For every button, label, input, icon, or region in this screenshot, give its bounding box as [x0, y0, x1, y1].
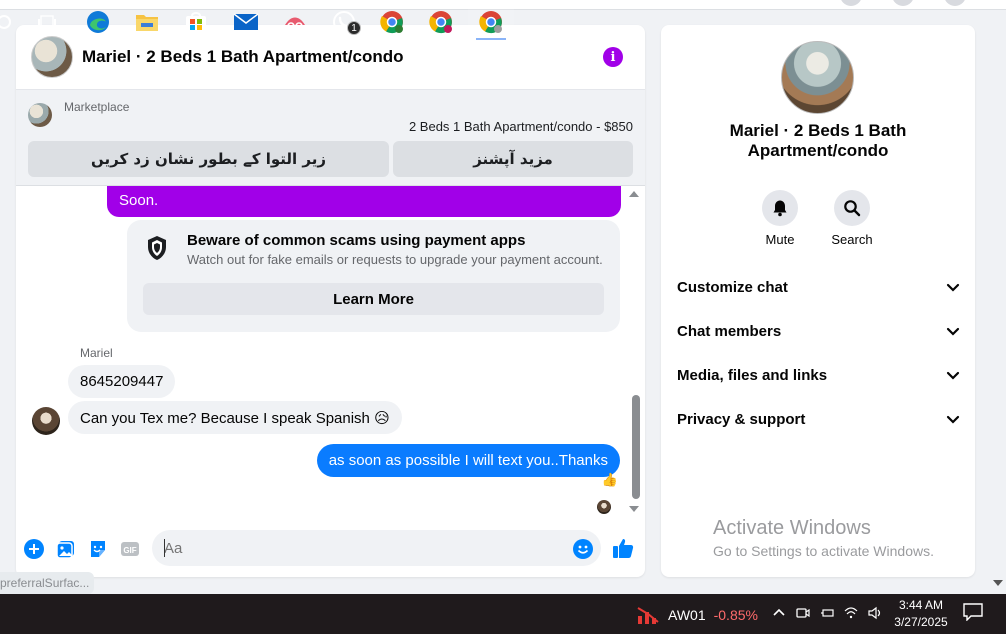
row-label: Media, files and links: [677, 366, 828, 384]
cortana-icon[interactable]: [0, 4, 24, 40]
scroll-down-arrow-icon[interactable]: [629, 506, 639, 512]
incoming-message-bubble[interactable]: Can you Tex me? Because I speak Spanish …: [68, 401, 402, 434]
activate-subtitle: Go to Settings to activate Windows.: [713, 543, 934, 559]
privacy-support-row[interactable]: Privacy & support: [677, 404, 961, 434]
activate-windows-watermark: Activate Windows Go to Settings to activ…: [713, 517, 934, 559]
scam-warning-description: Watch out for fake emails or requests to…: [187, 252, 603, 267]
chat-members-row[interactable]: Chat members: [677, 316, 961, 346]
stock-widget[interactable]: AW01 -0.85%: [636, 604, 758, 626]
taskbar-clock[interactable]: 3:44 AM 3/27/2025: [892, 597, 950, 631]
chrome-profile-icon[interactable]: [421, 4, 461, 40]
image-icon[interactable]: [56, 539, 76, 559]
clock-time: 3:44 AM: [898, 598, 944, 612]
message-text: 8645209447: [80, 373, 164, 390]
media-files-links-row[interactable]: Media, files and links: [677, 360, 961, 390]
scroll-up-arrow-icon[interactable]: [629, 191, 639, 197]
bell-icon: [773, 200, 787, 217]
scam-warning-title: Beware of common scams using payment app…: [187, 232, 526, 249]
search-icon: [844, 200, 861, 217]
chrome-icon[interactable]: [372, 4, 412, 40]
thumbs-up-reaction-icon[interactable]: 👍: [601, 471, 619, 489]
marketplace-label: Marketplace: [64, 100, 130, 114]
whatsapp-badge: 1: [347, 21, 361, 35]
chevron-up-icon[interactable]: [772, 606, 786, 620]
customize-chat-row[interactable]: Customize chat: [677, 272, 961, 302]
chat-title[interactable]: Mariel · 2 Beds 1 Bath Apartment/condo: [82, 47, 403, 67]
marketplace-banner: Marketplace 2 Beds 1 Bath Apartment/cond…: [16, 90, 645, 186]
store-icon[interactable]: [176, 4, 216, 40]
stock-change: -0.85%: [713, 607, 758, 623]
incoming-message-bubble[interactable]: 8645209447: [68, 365, 176, 398]
chevron-down-icon: [946, 371, 960, 380]
wifi-icon[interactable]: [844, 606, 858, 620]
sender-name: Mariel: [80, 346, 113, 360]
details-title: Mariel · 2 Beds 1 Bath Apartment/condo: [729, 121, 907, 160]
mute-label: Mute: [765, 232, 795, 247]
mark-pending-button[interactable]: زیر التوا کے بطور نشان زد کریں: [28, 141, 389, 177]
stock-symbol: AW01: [668, 607, 706, 623]
message-input[interactable]: [152, 530, 601, 566]
message-list: Soon. Beware of common scams using payme…: [16, 186, 645, 526]
row-label: Customize chat: [677, 278, 788, 296]
edge-icon[interactable]: [78, 4, 118, 40]
chrome-active-icon[interactable]: [468, 4, 514, 40]
row-label: Privacy & support: [677, 410, 806, 428]
text-caret: [164, 539, 165, 557]
listing-avatar[interactable]: [31, 36, 73, 78]
volume-icon[interactable]: [868, 606, 882, 620]
more-options-button[interactable]: مزید آپشنز: [393, 141, 633, 177]
message-composer: GIF: [16, 527, 645, 571]
marketplace-avatar: [28, 103, 52, 127]
mail-icon[interactable]: [226, 4, 266, 40]
mute-action[interactable]: Mute: [750, 190, 810, 247]
gif-icon[interactable]: GIF: [120, 539, 140, 559]
page-scroll-down-icon[interactable]: [993, 580, 1003, 586]
svg-text:GIF: GIF: [123, 546, 136, 555]
seen-indicator-avatar: [597, 500, 611, 514]
search-action[interactable]: Search: [822, 190, 882, 247]
row-label: Chat members: [677, 322, 782, 340]
listing-photo[interactable]: [781, 41, 854, 114]
scam-warning-card: Beware of common scams using payment app…: [127, 220, 620, 332]
task-view-icon[interactable]: [27, 4, 67, 40]
status-link-tooltip: preferralSurfac...: [0, 572, 94, 594]
stock-chart-icon: [637, 607, 659, 624]
scrollbar-thumb[interactable]: [632, 395, 640, 499]
file-explorer-icon[interactable]: [127, 4, 167, 40]
snipping-tool-icon[interactable]: [275, 4, 315, 40]
learn-more-button[interactable]: Learn More: [143, 283, 604, 315]
clock-date: 3/27/2025: [894, 615, 948, 629]
sender-avatar[interactable]: [32, 407, 60, 435]
thumbs-up-icon[interactable]: [612, 537, 634, 559]
search-label: Search: [831, 232, 873, 247]
shield-icon: [148, 236, 166, 260]
battery-plug-icon[interactable]: [820, 606, 834, 620]
chevron-down-icon: [946, 327, 960, 336]
message-text: as soon as possible I will text you..Tha…: [328, 452, 608, 469]
chat-panel: Mariel · 2 Beds 1 Bath Apartment/condo i…: [16, 25, 645, 577]
outgoing-message-bubble[interactable]: Soon.: [107, 186, 621, 217]
chevron-down-icon: [946, 283, 960, 292]
notification-center-icon[interactable]: [963, 603, 983, 621]
chat-details-panel: Mariel · 2 Beds 1 Bath Apartment/condo M…: [661, 25, 975, 577]
system-tray: [772, 606, 882, 620]
emoji-icon[interactable]: [573, 539, 593, 559]
sticker-icon[interactable]: [88, 539, 108, 559]
activate-title: Activate Windows: [713, 517, 871, 539]
meet-now-icon[interactable]: [796, 606, 810, 620]
chevron-down-icon: [946, 415, 960, 424]
info-icon[interactable]: i: [603, 47, 623, 67]
whatsapp-icon[interactable]: 1: [324, 4, 364, 40]
plus-circle-icon[interactable]: [24, 539, 44, 559]
outgoing-message-bubble[interactable]: as soon as possible I will text you..Tha…: [316, 444, 620, 477]
listing-title[interactable]: 2 Beds 1 Bath Apartment/condo - $850: [409, 119, 633, 134]
message-text: Can you Tex me? Because I speak Spanish …: [80, 409, 390, 427]
